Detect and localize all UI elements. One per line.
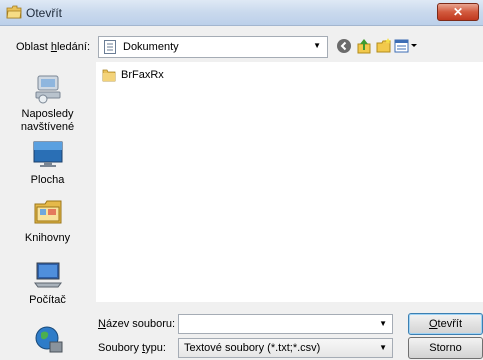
look-in-value: Dokumenty (123, 41, 179, 53)
chevron-down-icon[interactable]: ▼ (379, 319, 387, 328)
filename-label: Název souboru: (98, 318, 176, 330)
new-folder-icon[interactable] (376, 38, 392, 54)
place-label: Knihovny (24, 232, 71, 244)
title-bar: Otevřít ✕ (0, 0, 483, 26)
filename-field[interactable]: ▼ (178, 314, 393, 334)
folder-icon (102, 69, 116, 82)
chevron-down-icon: ▼ (313, 41, 321, 50)
place-recent[interactable]: Naposledy navštívené (0, 72, 95, 134)
place-computer[interactable]: Počítač (0, 258, 95, 307)
documents-icon (104, 40, 116, 54)
libraries-icon (34, 200, 61, 224)
filetype-select[interactable]: Textové soubory (*.txt;*.csv) ▼ (178, 338, 393, 358)
view-menu-icon[interactable] (394, 38, 418, 54)
back-icon[interactable] (336, 38, 352, 54)
place-desktop[interactable]: Plocha (0, 138, 95, 187)
place-network[interactable] (0, 324, 95, 360)
look-in-label: Oblast hledání: (16, 41, 91, 53)
close-icon: ✕ (452, 5, 464, 19)
computer-icon (33, 262, 62, 288)
file-list[interactable]: BrFaxRx (96, 62, 483, 302)
place-label: Naposledy navštívené (20, 108, 75, 133)
desktop-icon (33, 141, 62, 167)
network-icon (35, 326, 62, 353)
folder-open-icon (6, 5, 22, 19)
up-folder-icon[interactable] (356, 38, 372, 54)
filetype-label: Soubory typu: (98, 342, 166, 354)
chevron-down-icon: ▼ (379, 343, 387, 352)
open-button[interactable]: Otevřít (408, 313, 483, 335)
file-name: BrFaxRx (121, 69, 164, 81)
list-item[interactable]: BrFaxRx (102, 67, 164, 83)
filetype-value: Textové soubory (*.txt;*.csv) (184, 342, 321, 354)
place-label: Plocha (30, 174, 65, 186)
place-label: Počítač (29, 294, 66, 306)
cancel-button[interactable]: Storno (408, 337, 483, 359)
place-libraries[interactable]: Knihovny (0, 196, 95, 245)
places-bar: Naposledy navštívené Plocha Knihovny Poč… (0, 62, 95, 360)
window-title: Otevřít (26, 6, 63, 20)
close-button[interactable]: ✕ (437, 3, 479, 21)
recent-places-icon (35, 75, 60, 104)
look-in-dropdown[interactable]: Dokumenty ▼ (98, 36, 328, 58)
